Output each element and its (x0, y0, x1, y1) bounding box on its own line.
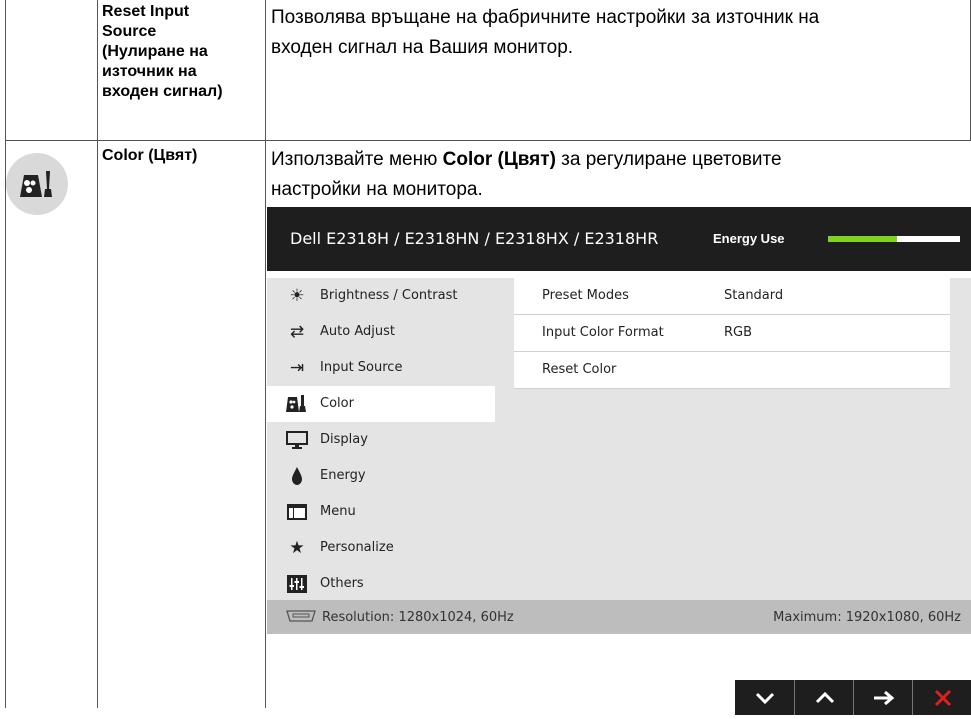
enter-button[interactable] (853, 680, 913, 715)
up-button[interactable] (794, 680, 854, 715)
color-description: Използвайте меню Color (Цвят) за регулир… (271, 149, 782, 200)
monitor-icon (286, 430, 308, 450)
others-icon (286, 574, 308, 594)
setting-row-input-color-format[interactable]: Input Color Format RGB (514, 315, 950, 352)
setting-row-reset-color[interactable]: Reset Color (514, 352, 950, 389)
auto-adjust-icon: ⇄ (289, 322, 305, 342)
reset-input-source-label: Reset Input Source (Нулиране на източник… (102, 3, 223, 100)
osd-main-menu: ☀ Brightness / Contrast ⇄ Auto Adjust ⇥ … (267, 278, 495, 600)
menu-item-others[interactable]: Others (267, 566, 495, 602)
table-border-left (5, 0, 6, 708)
osd-menu-screenshot: Dell E2318H / E2318HN / E2318HX / E2318H… (267, 207, 971, 715)
color-palette-icon (6, 153, 68, 215)
osd-navigation-buttons (735, 680, 971, 715)
menu-item-brightness-contrast[interactable]: ☀ Brightness / Contrast (267, 278, 495, 314)
energy-use-bar (828, 236, 960, 242)
chevron-down-icon (755, 692, 774, 705)
menu-item-display[interactable]: Display (267, 422, 495, 458)
menu-item-auto-adjust[interactable]: ⇄ Auto Adjust (267, 314, 495, 350)
menu-item-energy[interactable]: Energy (267, 458, 495, 494)
exit-button[interactable] (912, 680, 971, 715)
energy-use-fill (828, 236, 897, 242)
menu-icon (286, 502, 308, 522)
table-column-divider (97, 0, 98, 708)
energy-icon (286, 466, 308, 486)
setting-row-preset-modes[interactable]: Preset Modes Standard (514, 278, 950, 315)
table-column-divider (265, 0, 266, 708)
maximum-resolution: Maximum: 1920x1080, 60Hz (773, 610, 961, 625)
sun-icon: ☀ (289, 286, 305, 306)
color-icon (286, 394, 308, 414)
chevron-up-icon (815, 691, 834, 704)
input-source-icon: ⇥ (289, 358, 305, 378)
color-label: Color (Цвят) (102, 147, 198, 164)
energy-use-label: Energy Use (713, 231, 785, 246)
menu-item-input-source[interactable]: ⇥ Input Source (267, 350, 495, 386)
hdmi-connector-icon (285, 609, 317, 627)
osd-model-title: Dell E2318H / E2318HN / E2318HX / E2318H… (290, 229, 659, 248)
reset-input-source-description: Позволява връщане на фабричните настройк… (271, 7, 820, 58)
table-row-divider (5, 140, 971, 141)
current-resolution: Resolution: 1280x1024, 60Hz (322, 610, 514, 625)
osd-status-bar: Resolution: 1280x1024, 60Hz Maximum: 192… (267, 600, 971, 634)
close-icon (934, 689, 951, 707)
down-button[interactable] (735, 680, 794, 715)
menu-item-menu[interactable]: Menu (267, 494, 495, 530)
arrow-right-icon (873, 690, 894, 706)
menu-item-color[interactable]: Color (267, 386, 495, 422)
osd-settings-panel: Preset Modes Standard Input Color Format… (495, 278, 971, 600)
star-icon: ★ (289, 538, 305, 558)
osd-header: Dell E2318H / E2318HN / E2318HX / E2318H… (267, 207, 971, 271)
menu-item-personalize[interactable]: ★ Personalize (267, 530, 495, 566)
